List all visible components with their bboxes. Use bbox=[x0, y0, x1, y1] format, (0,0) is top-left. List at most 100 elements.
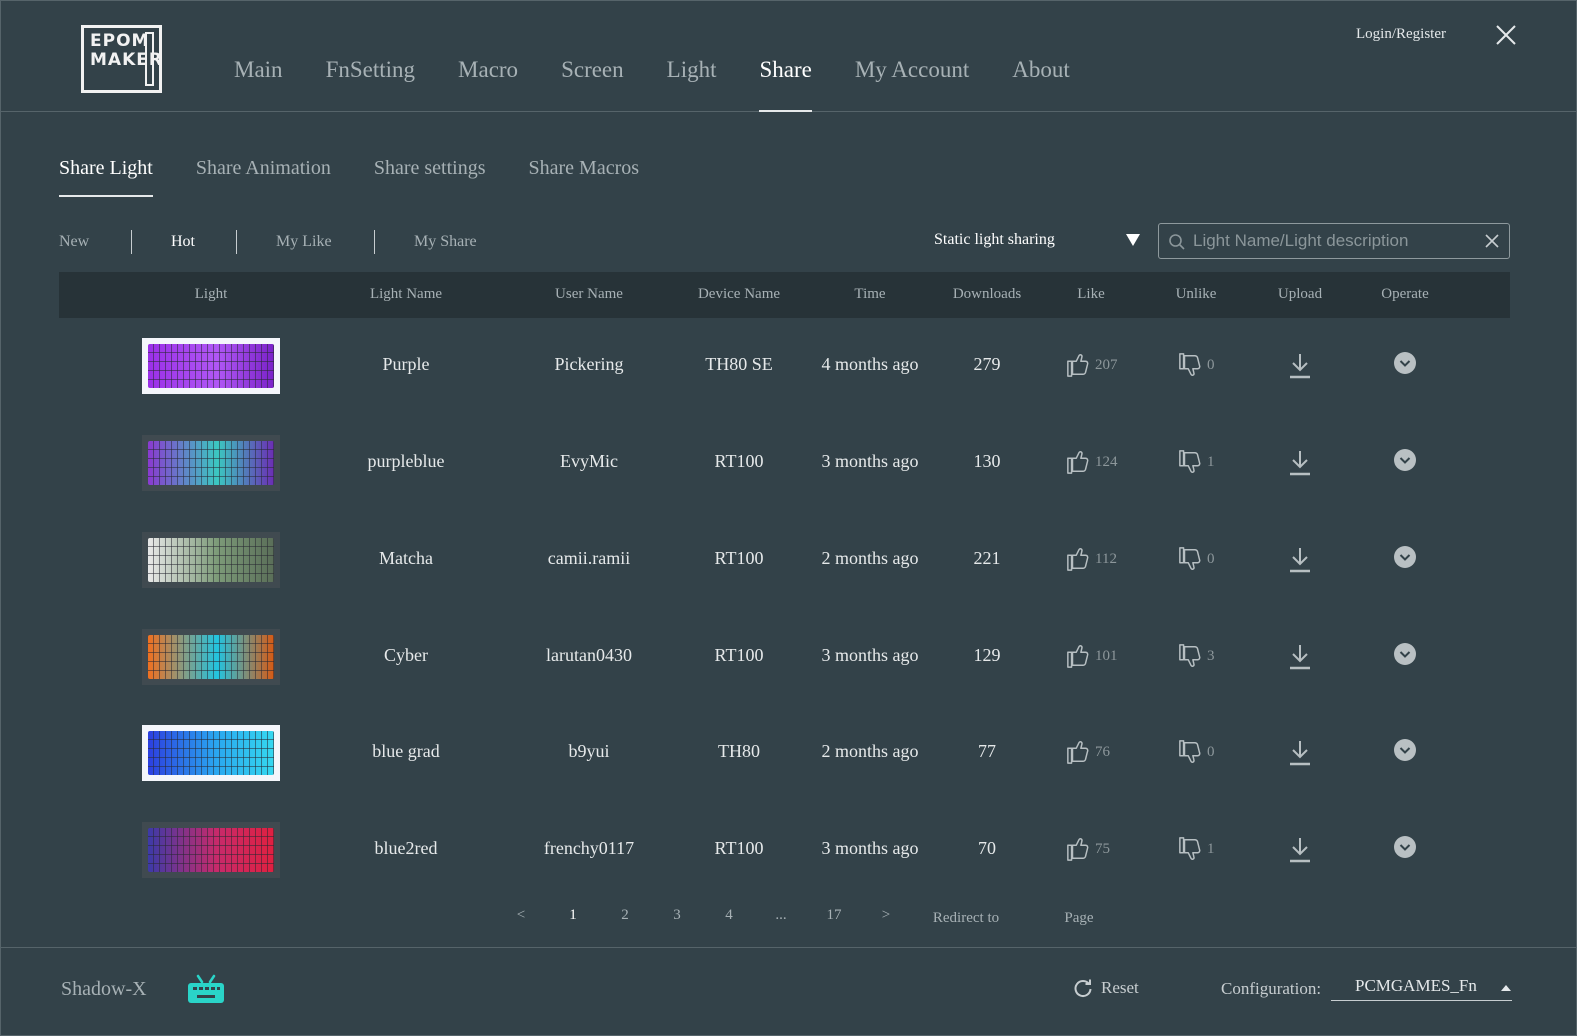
pagination-page[interactable]: 3 bbox=[673, 907, 681, 924]
filter-new[interactable]: New bbox=[59, 233, 131, 251]
download-icon[interactable] bbox=[1288, 546, 1312, 574]
logo-bar bbox=[145, 32, 154, 86]
table-row: purpleblue EvyMic RT100 3 months ago 130 124 1 bbox=[59, 415, 1510, 512]
light-preview-thumbnail[interactable] bbox=[142, 338, 280, 394]
device-name-cell: TH80 bbox=[718, 741, 760, 761]
caret-up-icon bbox=[1501, 985, 1511, 991]
logo-text: EPOM MAKER bbox=[90, 31, 163, 70]
unlike-button[interactable]: 1 bbox=[1178, 836, 1215, 862]
light-preview-thumbnail[interactable] bbox=[142, 725, 280, 781]
like-button[interactable]: 75 bbox=[1066, 836, 1110, 862]
tab-share-macros[interactable]: Share Macros bbox=[529, 157, 640, 197]
tab-share-settings[interactable]: Share settings bbox=[374, 157, 486, 197]
light-preview-thumbnail[interactable] bbox=[142, 532, 280, 588]
keyboard-icon[interactable] bbox=[187, 974, 225, 1004]
filter-my-like[interactable]: My Like bbox=[276, 233, 374, 251]
pagination-prev[interactable]: < bbox=[517, 907, 525, 924]
clear-search-icon[interactable] bbox=[1485, 234, 1499, 248]
download-icon[interactable] bbox=[1288, 352, 1312, 380]
device-name-cell: TH80 SE bbox=[705, 354, 773, 374]
share-subtabs: Share Light Share Animation Share settin… bbox=[59, 157, 682, 197]
main-nav: Main FnSetting Macro Screen Light Share … bbox=[234, 57, 1113, 112]
thumbs-up-icon bbox=[1067, 838, 1089, 861]
search-box bbox=[1158, 223, 1510, 259]
device-name-cell: RT100 bbox=[714, 838, 764, 858]
operate-expand-button[interactable] bbox=[1394, 643, 1416, 665]
download-count: 70 bbox=[978, 838, 996, 858]
like-button[interactable]: 207 bbox=[1066, 352, 1118, 378]
light-name: blue2red bbox=[374, 838, 438, 858]
unlike-button[interactable]: 1 bbox=[1178, 449, 1215, 475]
pagination-page[interactable]: 4 bbox=[725, 907, 733, 924]
nav-share[interactable]: Share bbox=[759, 57, 813, 112]
configuration-label: Configuration: bbox=[1221, 979, 1322, 998]
pagination-page[interactable]: 1 bbox=[569, 907, 577, 924]
reset-icon bbox=[1074, 979, 1092, 998]
unlike-button[interactable]: 0 bbox=[1178, 739, 1215, 765]
unlike-button[interactable]: 3 bbox=[1178, 643, 1215, 669]
configuration-select[interactable]: PCMGAMES_Fn bbox=[1331, 971, 1512, 1001]
operate-expand-button[interactable] bbox=[1394, 449, 1416, 471]
chevron-down-icon bbox=[1399, 554, 1411, 561]
nav-light[interactable]: Light bbox=[667, 57, 717, 112]
pagination-next[interactable]: > bbox=[882, 907, 890, 924]
filter-hot[interactable]: Hot bbox=[171, 233, 236, 251]
pagination-page[interactable]: 2 bbox=[621, 907, 629, 924]
thumbs-down-icon bbox=[1179, 547, 1201, 570]
light-preview-thumbnail[interactable] bbox=[142, 435, 280, 491]
time-ago: 4 months ago bbox=[821, 354, 919, 374]
download-icon[interactable] bbox=[1288, 643, 1312, 671]
download-icon[interactable] bbox=[1288, 739, 1312, 767]
redirect-label: Redirect to bbox=[932, 910, 1000, 926]
thumbs-down-icon bbox=[1179, 644, 1201, 667]
device-name-cell: RT100 bbox=[714, 451, 764, 471]
light-name: blue grad bbox=[372, 741, 440, 761]
light-preview-thumbnail[interactable] bbox=[142, 822, 280, 878]
nav-screen[interactable]: Screen bbox=[561, 57, 624, 112]
device-name: Shadow-X bbox=[61, 978, 147, 1000]
pagination-page[interactable]: 17 bbox=[827, 907, 842, 924]
nav-about[interactable]: About bbox=[1012, 57, 1070, 112]
tab-share-light[interactable]: Share Light bbox=[59, 157, 153, 197]
like-count: 101 bbox=[1095, 647, 1118, 664]
close-icon[interactable] bbox=[1494, 23, 1518, 47]
like-button[interactable]: 101 bbox=[1066, 643, 1118, 669]
operate-expand-button[interactable] bbox=[1394, 546, 1416, 568]
unlike-count: 1 bbox=[1207, 840, 1215, 857]
nav-my-account[interactable]: My Account bbox=[855, 57, 969, 112]
keyboard-preview-image bbox=[148, 828, 274, 872]
nav-main[interactable]: Main bbox=[234, 57, 283, 112]
chevron-down-icon bbox=[1399, 457, 1411, 464]
like-button[interactable]: 76 bbox=[1066, 739, 1110, 765]
filter-my-share[interactable]: My Share bbox=[414, 233, 477, 251]
operate-expand-button[interactable] bbox=[1394, 739, 1416, 761]
nav-fnsetting[interactable]: FnSetting bbox=[326, 57, 415, 112]
thumbs-up-icon bbox=[1067, 741, 1089, 764]
like-button[interactable]: 112 bbox=[1066, 546, 1117, 572]
light-preview-thumbnail[interactable] bbox=[142, 629, 280, 685]
reset-button[interactable]: Reset bbox=[1073, 978, 1139, 998]
download-icon[interactable] bbox=[1288, 449, 1312, 477]
operate-expand-button[interactable] bbox=[1394, 352, 1416, 374]
dropdown-value: Static light sharing bbox=[934, 231, 1055, 248]
operate-expand-button[interactable] bbox=[1394, 836, 1416, 858]
sharing-type-dropdown[interactable]: Static light sharing bbox=[934, 230, 1144, 254]
like-button[interactable]: 124 bbox=[1066, 449, 1118, 475]
download-count: 129 bbox=[973, 645, 1001, 665]
unlike-button[interactable]: 0 bbox=[1178, 546, 1215, 572]
device-name-cell: RT100 bbox=[714, 548, 764, 568]
download-icon[interactable] bbox=[1288, 836, 1312, 864]
col-light: Light bbox=[194, 286, 228, 302]
nav-macro[interactable]: Macro bbox=[458, 57, 518, 112]
search-input[interactable] bbox=[1193, 224, 1483, 258]
table-row: Purple Pickering TH80 SE 4 months ago 279 207… bbox=[59, 318, 1510, 415]
unlike-button[interactable]: 0 bbox=[1178, 352, 1215, 378]
like-count: 207 bbox=[1095, 356, 1118, 373]
thumbs-up-icon bbox=[1067, 354, 1089, 377]
tab-share-animation[interactable]: Share Animation bbox=[196, 157, 331, 197]
login-register-link[interactable]: Login/Register bbox=[1356, 26, 1446, 43]
thumbs-down-icon bbox=[1179, 450, 1201, 473]
chevron-down-icon bbox=[1399, 747, 1411, 754]
col-time: Time bbox=[854, 286, 886, 302]
light-name: Cyber bbox=[384, 645, 428, 665]
